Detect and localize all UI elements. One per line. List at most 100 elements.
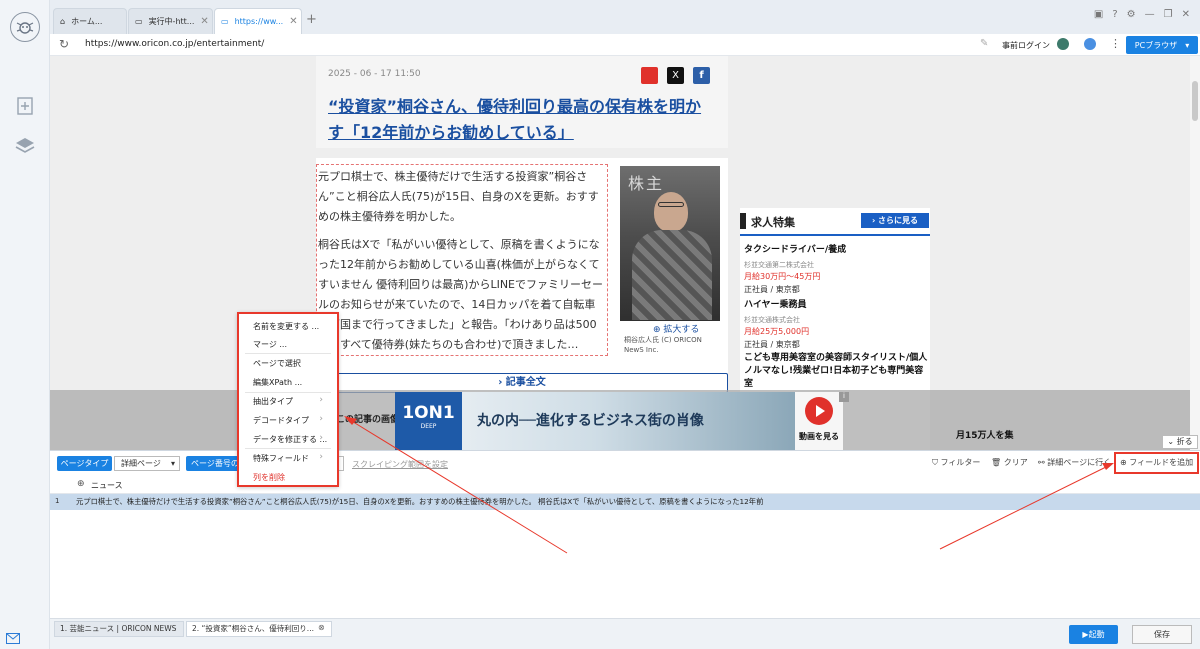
clear-button[interactable]: 🗑 クリア xyxy=(991,457,1028,468)
menu-delete-column[interactable]: 列を削除 xyxy=(253,472,285,483)
restore-icon[interactable]: ❐ xyxy=(1164,9,1173,20)
full-article-label: 記事全文 xyxy=(505,377,546,388)
article-paragraph-2: 桐谷氏はXで「私がいい優待として、原稿を書くようになった12年前からお勧めしてい… xyxy=(318,238,604,351)
column-header-news[interactable]: ニュース xyxy=(91,480,123,491)
play-icon xyxy=(805,397,833,425)
close-window-icon[interactable]: ✕ xyxy=(1182,9,1190,20)
mail-icon[interactable] xyxy=(6,633,20,644)
browser-mode-label: PCブラウザ xyxy=(1134,40,1178,50)
url-input[interactable]: https://www.oricon.co.jp/entertainment/ xyxy=(85,39,264,49)
home-icon: ⌂ xyxy=(60,17,66,26)
profile-icon[interactable] xyxy=(1084,38,1096,50)
edit-icon[interactable]: ✎ xyxy=(980,38,988,49)
ad-logo-sub: DEEP xyxy=(420,423,437,430)
jobs-more-label: さらに見る xyxy=(878,216,919,225)
menu-extract-type[interactable]: 抽出タイプ xyxy=(253,396,293,407)
job-title: ハイヤー乗務員 xyxy=(744,300,807,310)
menu-special-field[interactable]: 特殊フィールド xyxy=(253,453,309,464)
target-icon[interactable]: ⊕ xyxy=(77,479,85,489)
settings-icon[interactable]: ⚙ xyxy=(1127,9,1136,20)
filter-button[interactable]: ⛉ フィルター xyxy=(932,457,980,468)
chevron-right-icon: › xyxy=(498,377,506,388)
new-tab-icon[interactable]: + xyxy=(306,12,317,27)
menu-edit-xpath[interactable]: 編集XPath ... xyxy=(253,377,302,388)
jobs-more-button[interactable]: › さらに見る xyxy=(861,213,929,228)
ad-info-icon[interactable]: i xyxy=(839,392,849,402)
scrape-range-link[interactable]: スクレイピング範囲を設定 xyxy=(352,459,448,470)
close-icon[interactable]: ✕ xyxy=(289,16,297,27)
article-title[interactable]: “投資家”桐谷さん、優待利回り最高の保有株を明かす「12年前からお勧めしている」 xyxy=(328,94,708,146)
minimize-icon[interactable]: — xyxy=(1145,9,1155,20)
tab-running[interactable]: ▭ 実行中-htt... ✕ xyxy=(128,8,213,34)
share-x-icon[interactable]: X xyxy=(667,67,684,84)
video-button[interactable]: 動画を見る xyxy=(795,392,843,450)
article-date: 2025 - 06 - 17 11:50 xyxy=(328,69,421,79)
jobs-title: 求人特集 xyxy=(751,216,795,229)
app-logo[interactable] xyxy=(10,12,40,42)
chevron-down-icon: ▾ xyxy=(170,459,175,468)
web-view: 2025 - 06 - 17 11:50 X f “投資家”桐谷さん、優待利回り… xyxy=(50,56,1200,450)
scrollbar-thumb[interactable] xyxy=(1192,81,1198,121)
job-type: 正社員 / 東京都 xyxy=(744,340,800,349)
scrollbar[interactable] xyxy=(1190,56,1200,450)
row-cell-news[interactable]: 元プロ棋士で、株主優待だけで生活する投資家”桐谷さん”こと桐谷広人氏(75)が1… xyxy=(76,497,1191,507)
close-icon[interactable]: ⊗ xyxy=(318,623,325,632)
job-listing[interactable]: ハイヤー乗務員 杉並交通株式会社 月給25万5,000円 正社員 / 東京都 xyxy=(744,297,924,350)
detail-page-button[interactable]: ⚯ 詳細ページに行く xyxy=(1038,457,1111,468)
page-tab-1[interactable]: 1. 芸能ニュース | ORICON NEWS xyxy=(54,621,184,637)
add-field-button[interactable]: ⊕ フィールドを追加 xyxy=(1120,457,1193,468)
ad-banner[interactable]: 1ON1 DEEP 丸の内──進化するビジネス街の肖像 xyxy=(395,392,795,450)
job-salary: 月給25万5,000円 xyxy=(744,327,810,336)
video-label: 動画を見る xyxy=(799,432,839,441)
filter-icon: ⛉ xyxy=(932,458,941,467)
photo-face xyxy=(654,192,688,232)
page-tab-2[interactable]: 2. “投資家”桐谷さん、優待利回り... xyxy=(186,621,332,637)
save-button[interactable]: 保存 xyxy=(1132,625,1192,644)
context-menu: 名前を変更する ... マージ ... ページで選択 編集XPath ... 抽… xyxy=(237,312,339,487)
gift-icon[interactable]: ▣ xyxy=(1094,9,1103,20)
start-label: 起動 xyxy=(1088,630,1105,639)
tab-url[interactable]: ▭ https://ww... ✕ xyxy=(214,8,302,34)
menu-rename[interactable]: 名前を変更する ... xyxy=(253,321,319,332)
browser-mode-button[interactable]: PCブラウザ ▾ xyxy=(1126,36,1198,54)
tab-label: ホーム... xyxy=(71,17,103,26)
menu-merge[interactable]: マージ ... xyxy=(253,339,287,350)
chevron-right-icon: › xyxy=(319,414,323,424)
photo-glasses xyxy=(658,202,684,207)
refresh-icon[interactable]: ↻ xyxy=(59,37,69,51)
page-type-select[interactable]: 詳細ページ ▾ xyxy=(114,456,180,471)
more-icon[interactable]: ⋮ xyxy=(1110,37,1121,50)
tab-home[interactable]: ⌂ ホーム... xyxy=(53,8,127,34)
table-row[interactable]: 1 元プロ棋士で、株主優待だけで生活する投資家”桐谷さん”こと桐谷広人氏(75)… xyxy=(50,494,1200,510)
new-task-icon[interactable] xyxy=(15,96,35,116)
page-type-button[interactable]: ページタイプ xyxy=(57,456,112,471)
jobs-marker xyxy=(740,213,746,229)
add-field-label: フィールドを追加 xyxy=(1129,458,1194,467)
extension-icon[interactable] xyxy=(1057,38,1069,50)
close-icon[interactable]: ✕ xyxy=(200,16,208,27)
article-text-selected[interactable]: 元プロ棋士で、株主優待だけで生活する投資家”桐谷さん”こと桐谷広人氏(75)が1… xyxy=(316,164,608,356)
share-line-icon[interactable] xyxy=(641,67,658,84)
help-icon[interactable]: ? xyxy=(1112,9,1117,20)
zoom-icon: ⊕ xyxy=(653,325,664,335)
share-facebook-icon[interactable]: f xyxy=(693,67,710,84)
layers-icon[interactable] xyxy=(14,136,36,156)
menu-select-in-page[interactable]: ページで選択 xyxy=(253,358,301,369)
zoom-link[interactable]: ⊕ 拡大する xyxy=(653,322,699,335)
job-company: 杉並交通第二株式会社 xyxy=(744,261,814,269)
article-photo[interactable]: 株主 xyxy=(620,166,720,321)
login-button[interactable]: 事前ログイン xyxy=(1002,40,1050,51)
menu-decode-type[interactable]: デコードタイプ xyxy=(253,415,309,426)
ad-logo: 1ON1 DEEP xyxy=(395,392,462,450)
chevron-double-down-icon: ⌄ xyxy=(1167,437,1177,446)
job-title: タクシードライバー/養成 xyxy=(744,245,847,255)
menu-fix-data[interactable]: データを修正する ... xyxy=(253,434,327,445)
filter-label: フィルター xyxy=(940,458,981,467)
browser-tab-bar: ⌂ ホーム... ▭ 実行中-htt... ✕ ▭ https://ww... … xyxy=(50,0,1200,34)
job-listing[interactable]: タクシードライバー/養成 杉並交通第二株式会社 月給30万円〜45万円 正社員 … xyxy=(744,242,924,295)
address-bar: ↻ https://www.oricon.co.jp/entertainment… xyxy=(50,34,1200,56)
start-button[interactable]: ▶ 起動 xyxy=(1069,625,1118,644)
tab-label: https://ww... xyxy=(234,17,284,26)
fold-button[interactable]: ⌄ 折る xyxy=(1162,435,1198,449)
link-icon: ⚯ xyxy=(1038,458,1048,467)
